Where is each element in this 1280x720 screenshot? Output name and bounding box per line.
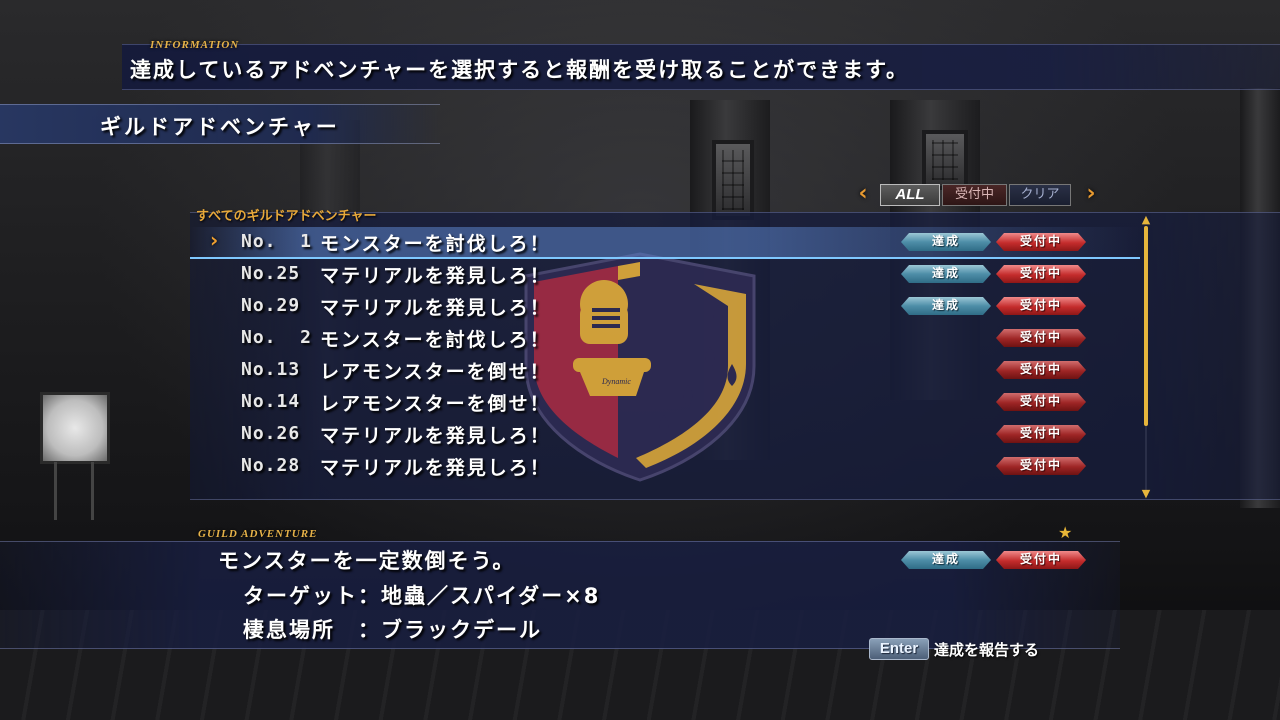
- detail-label: GUILD ADVENTURE: [198, 528, 318, 540]
- adventure-row[interactable]: No.14 レアモンスターを倒せ！ 受付中: [190, 387, 1140, 419]
- detail-badges: 達成 受付中: [190, 547, 1140, 575]
- adventure-number: No.26: [241, 423, 301, 444]
- achieved-badge: 達成: [901, 297, 991, 315]
- lamp-stand: [54, 462, 94, 520]
- tab-clear[interactable]: クリア: [1009, 184, 1071, 206]
- scroll-down-icon[interactable]: ▼: [1139, 488, 1153, 499]
- adventure-title: モンスターを討伐しろ！: [320, 233, 551, 255]
- selection-cursor-icon: ›: [210, 228, 219, 252]
- detail-habitat: 棲息場所 ：ブラックデール: [243, 618, 542, 642]
- adventure-number: No.14: [241, 391, 301, 412]
- accepting-badge: 受付中: [996, 551, 1086, 569]
- adventure-row[interactable]: No.26 マテリアルを発見しろ！ 受付中: [190, 419, 1140, 451]
- adventure-row[interactable]: › No. 1 モンスターを討伐しろ！ 達成 受付中: [190, 227, 1140, 259]
- adventure-row[interactable]: No.29 マテリアルを発見しろ！ 達成 受付中: [190, 291, 1140, 323]
- enter-key-button[interactable]: Enter: [869, 638, 929, 660]
- accepting-badge: 受付中: [996, 361, 1086, 379]
- achieved-badge: 達成: [901, 551, 991, 569]
- accepting-badge: 受付中: [996, 393, 1086, 411]
- adventure-number: No. 1: [241, 231, 313, 252]
- chevron-left-icon[interactable]: ‹: [853, 183, 873, 207]
- achieved-badge: 達成: [901, 233, 991, 251]
- adventure-list-label: すべてのギルドアドベンチャー: [196, 209, 377, 224]
- information-label: INFORMATION: [150, 39, 240, 51]
- adventure-row[interactable]: No.25 マテリアルを発見しろ！ 達成 受付中: [190, 259, 1140, 291]
- accepting-badge: 受付中: [996, 265, 1086, 283]
- adventure-number: No.13: [241, 359, 301, 380]
- achieved-badge: 達成: [901, 265, 991, 283]
- adventure-number: No.28: [241, 455, 301, 476]
- accepting-badge: 受付中: [996, 329, 1086, 347]
- background-window: [712, 140, 754, 220]
- report-completion-label: 達成を報告する: [934, 641, 1040, 659]
- adventure-row[interactable]: No. 2 モンスターを討伐しろ！ 受付中: [190, 323, 1140, 355]
- adventure-title: マテリアルを発見しろ！: [320, 297, 551, 319]
- adventure-number: No.29: [241, 295, 301, 316]
- adventure-title: モンスターを討伐しろ！: [320, 329, 551, 351]
- accepting-badge: 受付中: [996, 297, 1086, 315]
- chevron-right-icon[interactable]: ›: [1081, 183, 1101, 207]
- list-scrollbar[interactable]: ▲ ▼: [1141, 214, 1151, 500]
- accepting-badge: 受付中: [996, 425, 1086, 443]
- detail-target: ターゲット：地蟲／スパイダー×8: [243, 584, 601, 608]
- adventure-title: レアモンスターを倒せ！: [320, 361, 551, 383]
- scroll-up-icon[interactable]: ▲: [1139, 214, 1153, 225]
- scroll-thumb[interactable]: [1144, 226, 1148, 426]
- information-text: 達成しているアドベンチャーを選択すると報酬を受け取ることができます。: [130, 58, 910, 82]
- background-window: [922, 130, 968, 190]
- star-icon: ★: [1058, 523, 1073, 542]
- filter-tabs: ‹ ALL 受付中 クリア ›: [853, 183, 1101, 208]
- adventure-row[interactable]: No.28 マテリアルを発見しろ！ 受付中: [190, 451, 1140, 483]
- tab-accepting[interactable]: 受付中: [942, 184, 1007, 206]
- accepting-badge: 受付中: [996, 233, 1086, 251]
- adventure-row[interactable]: No.13 レアモンスターを倒せ！ 受付中: [190, 355, 1140, 387]
- lamp-icon: [40, 392, 110, 464]
- tab-all[interactable]: ALL: [880, 184, 940, 206]
- adventure-title: レアモンスターを倒せ！: [320, 393, 551, 415]
- adventure-title: マテリアルを発見しろ！: [320, 457, 551, 479]
- adventure-title: マテリアルを発見しろ！: [320, 425, 551, 447]
- page-title: ギルドアドベンチャー: [100, 115, 340, 139]
- adventure-number: No. 2: [241, 327, 313, 348]
- adventure-number: No.25: [241, 263, 301, 284]
- accepting-badge: 受付中: [996, 457, 1086, 475]
- adventure-title: マテリアルを発見しろ！: [320, 265, 551, 287]
